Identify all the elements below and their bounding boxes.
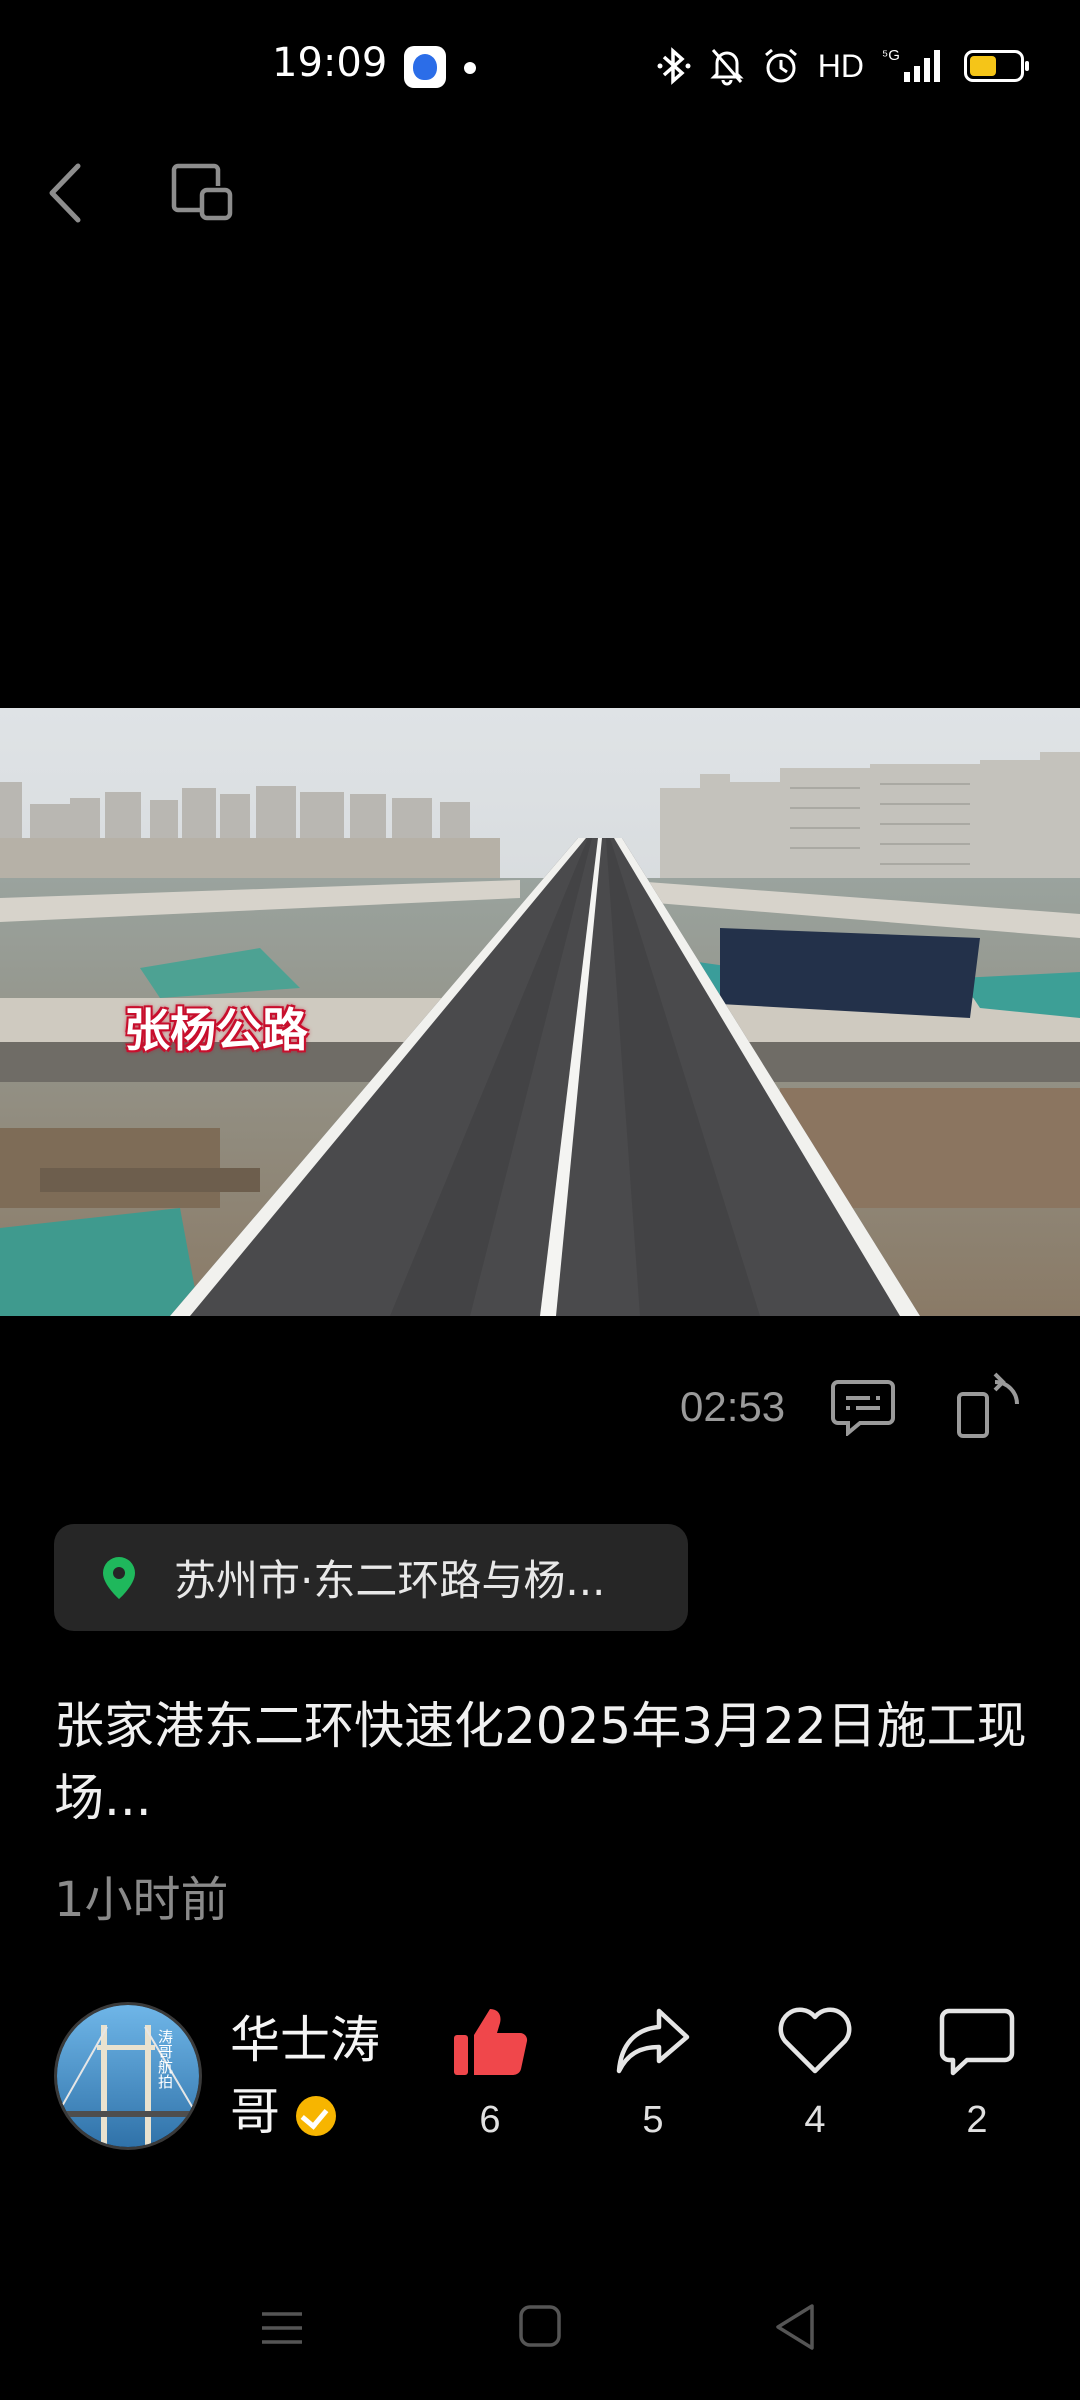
- notification-dot: [464, 62, 476, 74]
- thumbs-up-icon: [454, 2009, 528, 2076]
- bluetooth-icon: [657, 47, 691, 85]
- share-count: 5: [642, 2099, 664, 2141]
- comment-button[interactable]: 2: [932, 2005, 1022, 2142]
- mute-bell-icon: [710, 49, 744, 86]
- status-bar: 19:09 HD ⁵G: [0, 0, 1080, 130]
- like-count: 6: [479, 2099, 501, 2141]
- location-chip[interactable]: 苏州市·东二环路与杨...: [54, 1524, 688, 1631]
- like-button[interactable]: 6: [445, 2005, 535, 2142]
- battery-icon: [964, 50, 1029, 82]
- favorite-button[interactable]: 4: [770, 2005, 860, 2142]
- hd-label: HD: [817, 47, 864, 84]
- status-time: 19:09: [272, 40, 388, 86]
- floating-window-icon[interactable]: [170, 160, 236, 226]
- baidu-app-icon: [404, 46, 446, 88]
- home-icon[interactable]: [518, 2304, 562, 2348]
- svg-text:⁵G: ⁵G: [882, 47, 900, 64]
- rotate-screen-icon[interactable]: [955, 1370, 1023, 1440]
- author-avatar[interactable]: 涛哥航拍: [54, 2002, 202, 2150]
- location-text: 苏州市·东二环路与杨...: [174, 1556, 606, 1605]
- location-pin-icon: [103, 1556, 135, 1599]
- video-duration: 02:53: [680, 1383, 786, 1430]
- favorite-count: 4: [804, 2099, 826, 2141]
- video-player[interactable]: 张杨公路: [0, 708, 1080, 1316]
- comment-count: 2: [966, 2099, 988, 2141]
- share-button[interactable]: 5: [608, 2005, 698, 2142]
- back-arrow-icon[interactable]: [40, 160, 90, 226]
- avatar-text: 涛哥航拍: [156, 2029, 174, 2090]
- share-icon: [616, 2008, 690, 2074]
- heart-icon: [778, 2007, 852, 2074]
- comment-icon: [939, 2008, 1015, 2076]
- alarm-icon: [764, 48, 797, 83]
- verified-badge-icon: [296, 2095, 336, 2136]
- author-name-block[interactable]: 华士涛哥: [230, 2004, 390, 2148]
- post-time: 1小时前: [54, 1872, 229, 1928]
- video-overlay-text: 张杨公路: [124, 1003, 308, 1057]
- system-nav-bar: [0, 2280, 1080, 2380]
- recent-apps-icon[interactable]: [260, 2308, 304, 2348]
- nav-back-icon[interactable]: [772, 2302, 818, 2352]
- post-caption[interactable]: 张家港东二环快速化2025年3月22日施工现场...: [54, 1690, 1044, 1834]
- signal-icon: ⁵G: [882, 47, 940, 82]
- danmaku-toggle-icon[interactable]: [830, 1378, 896, 1436]
